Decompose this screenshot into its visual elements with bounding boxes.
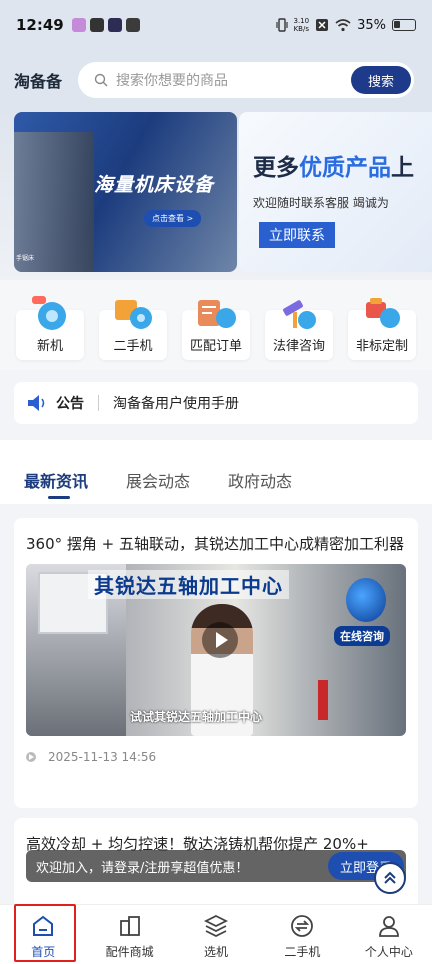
home-icon — [33, 915, 54, 936]
video-caption: 试试其锐达五轴加工中心 — [130, 710, 263, 724]
category-label: 新机 — [36, 339, 63, 354]
headline-highlight: 优质产品 — [299, 155, 391, 181]
search-button[interactable]: 搜索 — [351, 66, 411, 94]
category-grid: 新机 二手机 匹配订单 法律咨询 非标定制 — [0, 280, 432, 370]
match-order-icon — [198, 300, 236, 328]
search-icon — [94, 73, 108, 87]
tab-government-news[interactable]: 政府动态 — [228, 440, 292, 504]
banner-machine-tools[interactable]: 海量机床设备 点击查看 > 手锯床 — [14, 112, 237, 272]
headline-suffix: 上 — [391, 155, 414, 181]
search-input[interactable]: 搜索你想要的商品 搜索 — [78, 62, 414, 98]
login-prompt-bar: 欢迎加入，请登录/注册享超值优惠！ 立即登录 — [26, 850, 406, 882]
net-speed-unit: KB/s — [293, 25, 309, 33]
used-machine-nav-icon — [291, 915, 314, 937]
nav-label: 选机 — [204, 945, 229, 959]
battery-icon — [392, 19, 416, 31]
category-label: 匹配订单 — [189, 339, 242, 354]
category-new-machine[interactable]: 新机 — [16, 280, 84, 360]
battery-percent: 35% — [357, 17, 386, 33]
tab-latest-news[interactable]: 最新资讯 — [24, 440, 88, 504]
news-meta: 2025-11-13 14:56 — [26, 750, 406, 764]
banner-small-label: 手锯床 — [16, 255, 35, 262]
headline-prefix: 更多 — [253, 155, 299, 181]
category-label: 二手机 — [113, 339, 153, 354]
legal-consult-icon — [283, 300, 316, 329]
status-bar: 12:49 3.10 KB/s 35% — [0, 0, 432, 50]
parts-mall-icon — [119, 916, 140, 936]
news-date: 2025-11-13 14:56 — [48, 750, 157, 764]
wifi-icon — [335, 19, 351, 32]
video-extinguisher — [318, 680, 328, 720]
net-speed-value: 3.10 — [293, 17, 310, 25]
app-notification-icon — [125, 18, 140, 32]
no-sim-icon — [316, 19, 329, 31]
banner-quality-products[interactable]: 更多优质产品上 欢迎随时联系客服 竭诚为 立即联系 — [239, 112, 432, 272]
nav-label: 二手机 — [284, 945, 321, 959]
status-indicators: 3.10 KB/s 35% — [275, 17, 416, 33]
nav-parts-mall[interactable]: 配件商城 — [86, 905, 172, 964]
nav-used-machine[interactable]: 二手机 — [259, 905, 345, 964]
banner-headline: 更多优质产品上 — [253, 148, 414, 182]
video-overlay-title: 其锐达五轴加工中心 — [88, 570, 289, 599]
bottom-nav: 首页 配件商城 选机 二手机 个人中心 — [0, 904, 432, 964]
divider — [98, 395, 99, 411]
category-legal-consult[interactable]: 法律咨询 — [265, 280, 333, 360]
news-title[interactable]: 360° 摆角 + 五轴联动，其锐达加工中心成精密加工利器 — [26, 532, 406, 556]
nav-label: 个人中心 — [364, 945, 413, 959]
custom-icon — [366, 298, 400, 328]
category-label: 非标定制 — [355, 339, 408, 354]
news-tabs: 最新资讯 展会动态 政府动态 — [0, 440, 432, 504]
banner-carousel: 海量机床设备 点击查看 > 手锯床 更多优质产品上 欢迎随时联系客服 竭诚为 立… — [0, 110, 432, 280]
tab-exhibition-news[interactable]: 展会动态 — [126, 440, 190, 504]
login-prompt-text: 欢迎加入，请登录/注册享超值优惠！ — [36, 860, 249, 876]
used-machine-icon — [115, 300, 152, 329]
nav-label: 配件商城 — [105, 945, 154, 959]
profile-icon — [378, 916, 399, 937]
app-notification-icon — [71, 18, 86, 32]
mascot-icon — [346, 578, 386, 622]
scroll-to-top-button[interactable] — [374, 862, 406, 894]
select-machine-icon — [204, 914, 229, 938]
status-app-icons — [71, 18, 140, 32]
brand-name: 淘备备 — [14, 72, 63, 91]
net-speed: 3.10 KB/s — [294, 17, 310, 33]
nav-label: 首页 — [31, 945, 56, 959]
new-machine-icon — [32, 296, 66, 330]
banner-title: 海量机床设备 — [94, 174, 215, 196]
header: 淘备备 搜索你想要的商品 搜索 — [0, 50, 432, 110]
play-icon[interactable] — [202, 622, 238, 658]
news-list: 360° 摆角 + 五轴联动，其锐达加工中心成精密加工利器 其锐达五轴加工中心 … — [0, 504, 432, 904]
news-video[interactable]: 其锐达五轴加工中心 在线咨询 试试其锐达五轴加工中心 — [26, 564, 406, 736]
announcement-text[interactable]: 淘备备用户使用手册 — [113, 393, 239, 413]
speaker-icon — [28, 395, 45, 411]
nav-select-machine[interactable]: 选机 — [173, 905, 259, 964]
vibrate-icon — [275, 18, 288, 32]
announcement-label: 公告 — [56, 396, 84, 412]
app-notification-icon — [107, 18, 122, 32]
search-placeholder: 搜索你想要的商品 — [116, 73, 228, 89]
double-chevron-up-icon — [384, 871, 396, 884]
online-consult-badge[interactable]: 在线咨询 — [334, 626, 390, 646]
status-time: 12:49 — [16, 16, 64, 34]
app-notification-icon — [89, 18, 104, 32]
banner-subtitle: 欢迎随时联系客服 竭诚为 — [253, 196, 389, 210]
category-match-order[interactable]: 匹配订单 — [182, 280, 250, 360]
announcement-bar[interactable]: 公告 淘备备用户使用手册 — [14, 382, 418, 424]
banner-view-button[interactable]: 点击查看 > — [144, 210, 202, 227]
news-card[interactable]: 360° 摆角 + 五轴联动，其锐达加工中心成精密加工利器 其锐达五轴加工中心 … — [14, 518, 418, 808]
nav-home[interactable]: 首页 — [0, 905, 86, 964]
category-used-machine[interactable]: 二手机 — [99, 280, 167, 360]
contact-now-button[interactable]: 立即联系 — [259, 222, 335, 248]
banner-machine-image — [14, 132, 94, 272]
nav-profile[interactable]: 个人中心 — [346, 905, 432, 964]
category-label: 法律咨询 — [272, 339, 325, 354]
category-custom[interactable]: 非标定制 — [348, 280, 416, 360]
video-indicator-icon — [26, 752, 36, 762]
